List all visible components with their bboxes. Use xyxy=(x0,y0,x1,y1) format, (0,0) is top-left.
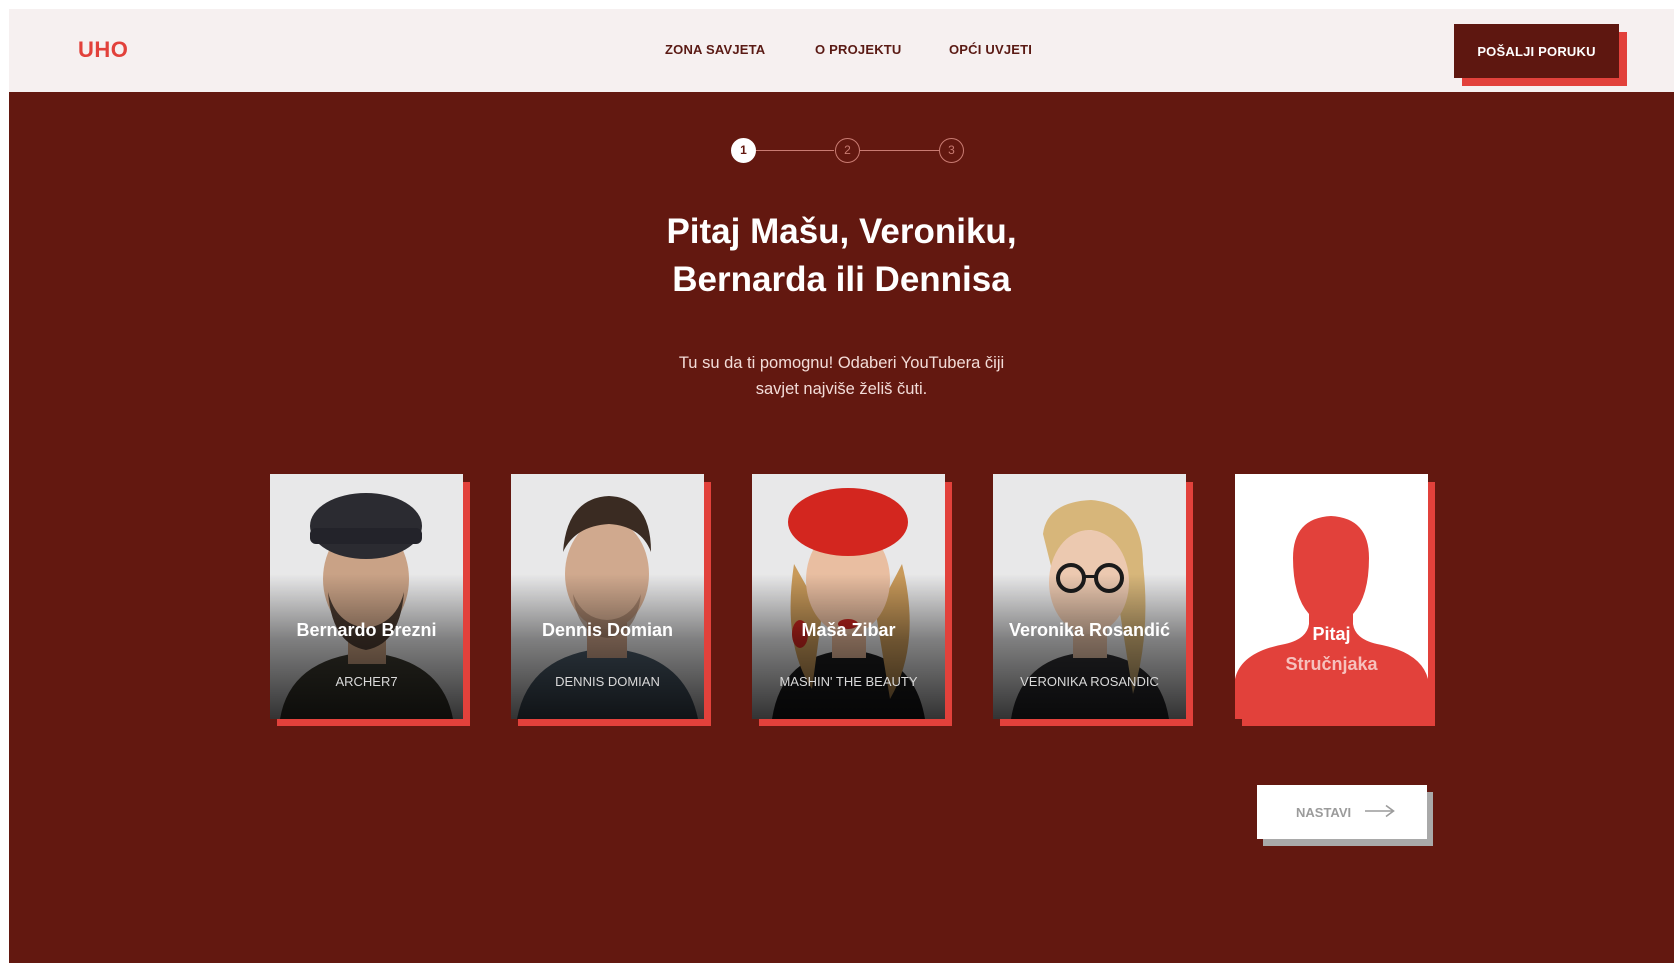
expert-card-title: Pitaj Stručnjaka xyxy=(1235,619,1428,679)
stepper-connector xyxy=(860,150,940,151)
card-channel: VERONIKA ROSANDIC xyxy=(1020,674,1159,689)
expert-card-line1: Pitaj xyxy=(1312,624,1351,644)
card-face: Veronika Rosandić VERONIKA ROSANDIC xyxy=(993,474,1186,719)
card-channel: DENNIS DOMIAN xyxy=(555,674,660,689)
progress-stepper: 1 2 3 xyxy=(730,136,970,166)
page-frame: UHO ZONA SAVJETA O PROJEKTU OPĆI UVJETI … xyxy=(9,9,1674,963)
send-message-wrapper: POŠALJI PORUKU xyxy=(1454,24,1628,88)
card-gradient xyxy=(993,574,1186,719)
card-face: Pitaj Stručnjaka xyxy=(1235,474,1428,719)
card-name: Dennis Domian xyxy=(541,620,674,640)
card-face: Bernardo Brezni ARCHER7 xyxy=(270,474,463,719)
page-title: Pitaj Mašu, Veroniku, Bernarda ili Denni… xyxy=(666,212,1017,299)
card-name: Maša Zibar xyxy=(801,620,896,640)
arrow-right-icon xyxy=(1365,804,1395,818)
main-nav: ZONA SAVJETA O PROJEKTU OPĆI UVJETI xyxy=(9,42,1674,62)
expert-card-line2: Stručnjaka xyxy=(1285,654,1378,674)
nav-link-o-projektu[interactable]: O PROJEKTU xyxy=(815,42,902,57)
expert-card[interactable]: Pitaj Stručnjaka xyxy=(1235,474,1435,726)
youtuber-card-dennis[interactable]: Dennis Domian DENNIS DOMIAN xyxy=(511,474,711,726)
step-1-active: 1 xyxy=(731,138,756,163)
nav-link-zona-savjeta[interactable]: ZONA SAVJETA xyxy=(665,42,765,57)
youtuber-card-veronika[interactable]: Veronika Rosandić VERONIKA ROSANDIC xyxy=(993,474,1193,726)
step-3: 3 xyxy=(939,138,964,163)
card-face: Maša Zibar MASHIN' THE BEAUTY xyxy=(752,474,945,719)
person-silhouette-icon xyxy=(1235,474,1428,719)
page-subtitle: Tu su da ti pomognu! Odaberi YouTubera č… xyxy=(678,354,1005,398)
card-name: Veronika Rosandić xyxy=(1008,620,1171,640)
next-button[interactable]: NASTAVI xyxy=(1257,785,1427,839)
card-gradient xyxy=(270,574,463,719)
step-2: 2 xyxy=(835,138,860,163)
card-gradient xyxy=(511,574,704,719)
card-name: Bernardo Brezni xyxy=(296,620,437,640)
card-gradient xyxy=(752,574,945,719)
card-channel: MASHIN' THE BEAUTY xyxy=(779,674,918,689)
youtuber-card-bernardo[interactable]: Bernardo Brezni ARCHER7 xyxy=(270,474,470,726)
card-face: Dennis Domian DENNIS DOMIAN xyxy=(511,474,704,719)
youtuber-card-masa[interactable]: Maša Zibar MASHIN' THE BEAUTY xyxy=(752,474,952,726)
next-button-label: NASTAVI xyxy=(1296,805,1352,820)
card-channel: ARCHER7 xyxy=(335,674,398,689)
next-button-wrapper: NASTAVI xyxy=(1257,785,1437,847)
send-message-button[interactable]: POŠALJI PORUKU xyxy=(1454,24,1619,78)
main-section: 1 2 3 Pitaj Mašu, Veroniku, Bernarda ili… xyxy=(9,92,1674,963)
nav-link-opci-uvjeti[interactable]: OPĆI UVJETI xyxy=(949,42,1032,57)
stepper-connector xyxy=(756,150,834,151)
top-header: UHO ZONA SAVJETA O PROJEKTU OPĆI UVJETI … xyxy=(9,9,1674,92)
